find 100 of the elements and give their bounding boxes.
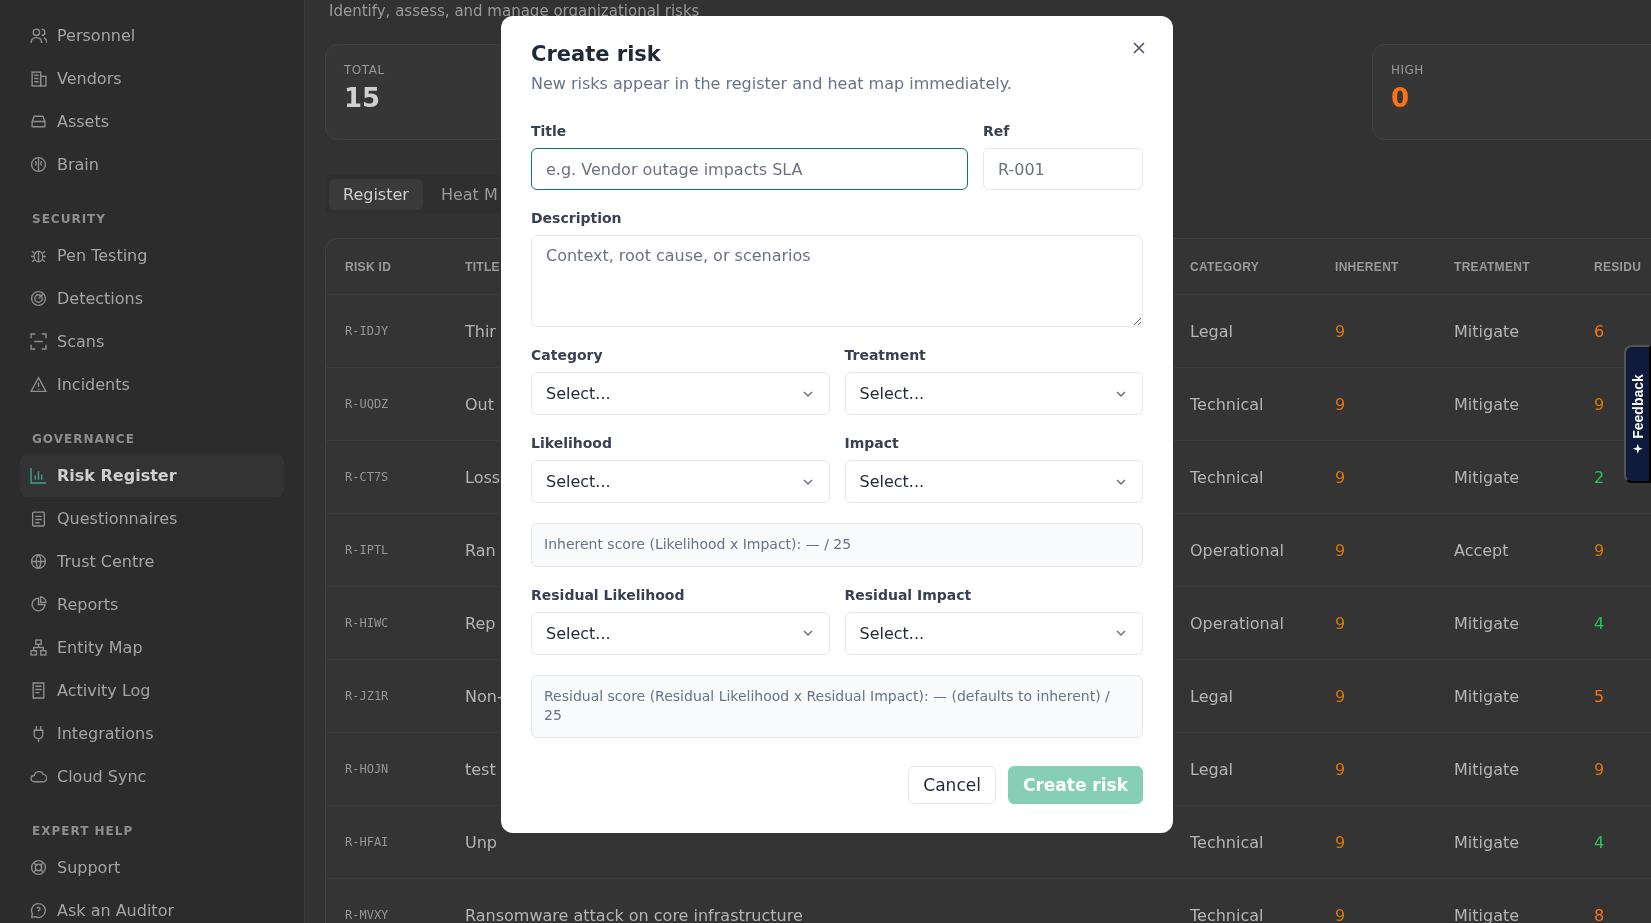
table-cell: Mitigate	[1454, 905, 1520, 923]
field-label: Likelihood	[531, 435, 612, 451]
sidebar-item[interactable]: Support	[20, 846, 284, 889]
sidebar-item[interactable]: Vendors	[20, 57, 284, 100]
table-cell: Ransomware attack on core infrastructure	[465, 905, 803, 923]
pie-chart-icon	[30, 596, 47, 613]
score-note: Inherent score (Likelihood x Impact): — / 25	[531, 523, 1143, 567]
tab[interactable]: Heat M	[426, 179, 512, 210]
select-dropdown[interactable]: Select...	[844, 611, 1143, 655]
select-dropdown[interactable]: Select...	[531, 611, 830, 655]
clipboard-icon	[30, 510, 47, 527]
sidebar-item[interactable]: Detections	[20, 277, 284, 320]
table-cell: 9	[1594, 394, 1605, 414]
table-cell: R-JZ1R	[345, 689, 389, 703]
table-cell: Legal	[1190, 321, 1233, 341]
table-cell: Mitigate	[1454, 467, 1520, 487]
table-cell: 9	[1335, 394, 1346, 414]
sidebar-item[interactable]: Risk Register	[20, 454, 284, 497]
table-cell: R-HIWC	[345, 616, 389, 630]
page-subtitle: Identify, assess, and manage organizational risks	[329, 2, 701, 20]
table-cell: test	[465, 759, 496, 779]
table-cell: Non-	[465, 686, 503, 706]
table-cell: 8	[1594, 905, 1605, 923]
scroll-icon	[30, 682, 47, 699]
tray-icon	[30, 113, 47, 130]
sidebar-item[interactable]: Trust Centre	[20, 540, 284, 583]
table-cell: Operational	[1190, 540, 1284, 560]
field-label: Impact	[844, 435, 899, 451]
stat-label: TOTAL	[344, 63, 385, 77]
table-cell: Technical	[1190, 905, 1264, 923]
table-cell: 4	[1594, 832, 1605, 852]
table-cell: Loss	[465, 467, 501, 487]
table-cell: Thir	[465, 321, 496, 341]
table-cell: Accept	[1454, 540, 1509, 560]
table-cell: 9	[1335, 832, 1346, 852]
table-cell: 9	[1335, 540, 1346, 560]
select-dropdown[interactable]: Select...	[844, 372, 1143, 415]
stat-value: 0	[1391, 83, 1410, 113]
lifebuoy-icon	[30, 859, 47, 876]
sidebar-item[interactable]: Assets	[20, 100, 284, 143]
cloud-icon	[30, 768, 47, 785]
sidebar-item[interactable]: Questionnaires	[20, 497, 284, 540]
table-cell: R-HOJN	[345, 762, 389, 776]
table-cell: R-HFAI	[345, 835, 389, 849]
building-icon	[30, 70, 47, 87]
tab[interactable]: Register	[329, 179, 423, 210]
sidebar-item[interactable]: Personnel	[20, 14, 284, 57]
text-field[interactable]: e.g. Vendor outage impacts SLA	[531, 148, 968, 190]
table-cell: 6	[1594, 321, 1605, 341]
table-cell: 9	[1335, 467, 1346, 487]
sidebar-item[interactable]: Cloud Sync	[20, 755, 284, 798]
table-cell: 5	[1594, 686, 1605, 706]
table-cell: Operational	[1190, 613, 1284, 633]
sidebar-item[interactable]: Activity Log	[20, 669, 284, 712]
sidebar-item[interactable]: Ask an Auditor	[20, 889, 284, 923]
table-cell: R-IPTL	[345, 543, 389, 557]
column-header: RISK ID	[345, 259, 392, 274]
table-cell: Mitigate	[1454, 832, 1520, 852]
table-cell: 9	[1335, 905, 1346, 923]
description-field[interactable]: Context, root cause, or scenarios	[531, 235, 1143, 327]
table-cell: Unp	[465, 832, 497, 852]
warning-icon	[30, 376, 47, 393]
section-heading: SECURITY	[31, 211, 107, 228]
column-header: CATEGORY	[1190, 259, 1260, 274]
sidebar-item[interactable]: Brain	[20, 143, 284, 186]
cancel-button[interactable]: Cancel	[908, 765, 996, 804]
sidebar-item[interactable]: Scans	[20, 320, 284, 363]
table-cell: Ran	[465, 540, 496, 560]
bar-chart-icon	[30, 467, 47, 484]
sparkle-icon	[1632, 443, 1643, 454]
sidebar-item[interactable]: Integrations	[20, 712, 284, 755]
sidebar-item[interactable]: Incidents	[20, 363, 284, 406]
sidebar-item[interactable]: Entity Map	[20, 626, 284, 669]
table-cell: 4	[1594, 613, 1605, 633]
table-cell: Technical	[1190, 394, 1264, 414]
feedback-tab[interactable]: Feedback	[1624, 345, 1651, 483]
people-icon	[30, 27, 47, 44]
section-heading: EXPERT HELP	[31, 823, 135, 840]
sidebar-item[interactable]: Reports	[20, 583, 284, 626]
table-cell: R-UQDZ	[345, 397, 389, 411]
table-cell: Technical	[1190, 467, 1264, 487]
stat-label: HIGH	[1391, 63, 1424, 77]
select-dropdown[interactable]: Select...	[531, 460, 830, 503]
table-cell: Technical	[1190, 832, 1264, 852]
scan-icon	[30, 333, 47, 350]
select-dropdown[interactable]: Select...	[844, 460, 1143, 503]
table-cell: Mitigate	[1454, 321, 1520, 341]
field-label: Ref	[983, 123, 1010, 139]
table-cell: R-MVXY	[345, 908, 389, 922]
table-cell: Rep	[465, 613, 496, 633]
table-cell: Mitigate	[1454, 394, 1520, 414]
dialog-subtitle: New risks appear in the register and heat map immediately.	[531, 74, 1013, 93]
sidebar-item[interactable]: Pen Testing	[20, 234, 284, 277]
table-cell: Mitigate	[1454, 613, 1520, 633]
select-dropdown[interactable]: Select...	[531, 372, 830, 415]
dialog-title: Create risk	[531, 42, 661, 66]
section-heading: GOVERNANCE	[31, 431, 136, 448]
column-header: RESIDU	[1594, 259, 1642, 274]
field-label: Residual Impact	[844, 586, 972, 603]
field-label: Residual Likelihood	[531, 586, 685, 603]
